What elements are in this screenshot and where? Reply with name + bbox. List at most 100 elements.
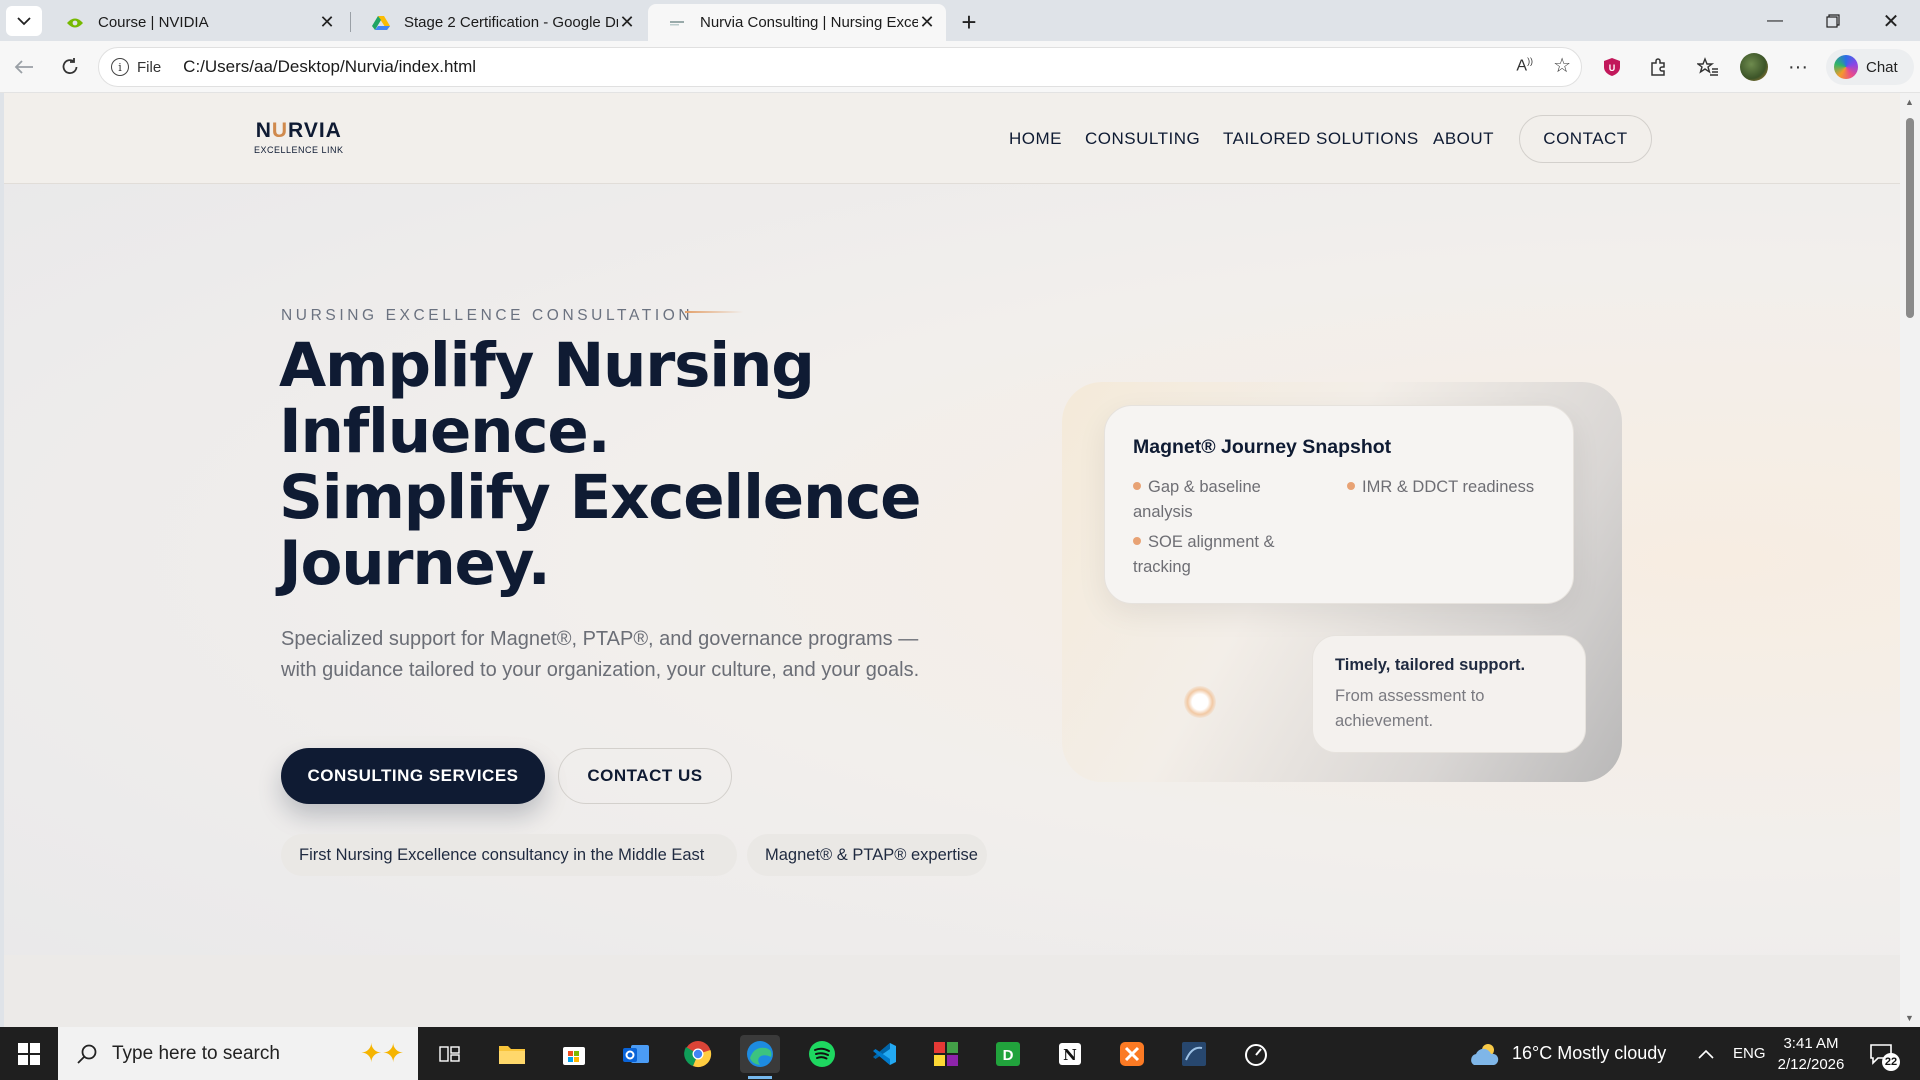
xampp-icon[interactable] — [1112, 1035, 1152, 1073]
reload-button[interactable] — [54, 51, 86, 83]
chrome-icon[interactable] — [678, 1035, 718, 1073]
search-placeholder: Type here to search — [112, 1042, 280, 1064]
tab-list-button[interactable] — [6, 6, 42, 36]
copilot-chat-button[interactable]: Chat — [1826, 49, 1914, 85]
search-icon — [77, 1044, 97, 1064]
journey-snapshot-card: Magnet® Journey Snapshot Gap & baseline … — [1104, 405, 1574, 604]
hero-eyebrow: NURSING EXCELLENCE CONSULTATION — [281, 307, 694, 324]
brand-logo[interactable]: NURVIA EXCELLENCE LINK — [254, 119, 344, 155]
bullet-dot — [1133, 536, 1141, 545]
tab-nurvia[interactable]: Nurvia Consulting | Nursing Excellence ✕ — [648, 4, 946, 41]
notion-icon[interactable]: N — [1050, 1035, 1090, 1073]
weather-text: 16°C Mostly cloudy — [1512, 1043, 1667, 1063]
scroll-down-arrow-icon[interactable]: ▼ — [1905, 1013, 1914, 1023]
site-header: NURVIA EXCELLENCE LINK HOME CONSULTING T… — [4, 93, 1900, 184]
close-icon[interactable]: ✕ — [918, 12, 936, 32]
hero-headline: Amplify Nursing Influence. Simplify Exce… — [279, 330, 922, 599]
support-card: Timely, tailored support. From assessmen… — [1312, 635, 1586, 753]
site-info-button[interactable]: i File — [111, 58, 161, 76]
restore-icon — [1826, 14, 1840, 28]
file-explorer-icon[interactable] — [492, 1035, 532, 1073]
svg-text:U: U — [1609, 63, 1616, 73]
notification-center-icon[interactable]: 22 — [1866, 1039, 1900, 1071]
contact-us-button[interactable]: CONTACT US — [558, 748, 732, 804]
highlight-pill: Magnet® & PTAP® expertise — [747, 834, 987, 876]
glow-orb — [1184, 686, 1216, 718]
read-aloud-icon[interactable]: A)) — [1516, 56, 1533, 76]
tab-title: Course | NVIDIA — [98, 14, 209, 31]
chevron-up-icon[interactable] — [1698, 1027, 1714, 1080]
arrow-left-icon — [14, 60, 33, 74]
copilot-icon — [1834, 55, 1858, 79]
support-title: Timely, tailored support. — [1335, 656, 1526, 674]
nav-contact-button[interactable]: CONTACT — [1519, 115, 1652, 163]
windows-taskbar: Type here to search ✦✦ D N 16°C Mostly c… — [0, 1027, 1920, 1080]
mysql-workbench-icon[interactable] — [1174, 1035, 1214, 1073]
nvidia-icon — [66, 14, 84, 32]
close-window-button[interactable]: ✕ — [1868, 6, 1914, 36]
extensions-puzzle-icon[interactable] — [1644, 53, 1672, 81]
reload-icon — [62, 58, 78, 75]
new-tab-button[interactable]: + — [955, 7, 983, 37]
nav-consulting[interactable]: CONSULTING — [1085, 129, 1200, 149]
clock-date: 2/12/2026 — [1777, 1056, 1845, 1073]
url-text[interactable]: C:/Users/aa/Desktop/Nurvia/index.html — [183, 57, 476, 77]
task-view-icon[interactable] — [430, 1035, 470, 1073]
scrollbar-thumb[interactable] — [1906, 118, 1914, 318]
edge-icon[interactable] — [740, 1035, 780, 1079]
snapshot-item: SOE alignment & tracking — [1133, 533, 1275, 576]
bullet-dot — [1347, 481, 1355, 490]
eyebrow-accent-line — [685, 311, 743, 313]
scheme-label: File — [137, 58, 162, 76]
system-clock[interactable]: 3:41 AM 2/12/2026 — [1765, 1033, 1857, 1075]
favorite-star-icon[interactable]: ☆ — [1553, 56, 1571, 76]
chat-label: Chat — [1866, 58, 1898, 76]
colorful-tiles-app-icon[interactable] — [926, 1035, 966, 1073]
svg-text:D: D — [1003, 1047, 1014, 1064]
speedometer-app-icon[interactable] — [1236, 1035, 1276, 1073]
minimize-button[interactable]: — — [1752, 6, 1798, 36]
taskbar-search-box[interactable]: Type here to search ✦✦ — [58, 1027, 418, 1080]
close-icon[interactable]: ✕ — [318, 12, 336, 32]
nav-home[interactable]: HOME — [1009, 129, 1062, 149]
favorites-list-icon[interactable] — [1694, 53, 1722, 81]
profile-avatar[interactable] — [1740, 53, 1768, 81]
page-icon — [668, 14, 686, 32]
tab-google-drive[interactable]: Stage 2 Certification - Google Drive ✕ — [352, 4, 646, 41]
microsoft-store-icon[interactable] — [554, 1035, 594, 1073]
vscode-icon[interactable] — [864, 1035, 904, 1073]
consulting-services-button[interactable]: CONSULTING SERVICES — [281, 748, 545, 804]
back-button[interactable] — [8, 51, 40, 83]
tab-title: Stage 2 Certification - Google Drive — [404, 14, 618, 31]
active-indicator — [748, 1076, 772, 1079]
snapshot-item: IMR & DDCT readiness — [1347, 475, 1547, 500]
clock-time: 3:41 AM — [1783, 1035, 1839, 1052]
page-viewport: NURVIA EXCELLENCE LINK HOME CONSULTING T… — [4, 93, 1900, 1027]
tab-title: Nurvia Consulting | Nursing Excellence — [700, 14, 918, 31]
ublock-shield-icon[interactable]: U — [1598, 53, 1626, 81]
snapshot-title: Magnet® Journey Snapshot — [1133, 436, 1392, 458]
nav-tailored-solutions[interactable]: TAILORED SOLUTIONS — [1223, 129, 1419, 149]
page-scrollbar[interactable]: ▲ ▼ — [1900, 93, 1920, 1027]
next-section-band — [4, 955, 1900, 1027]
tab-nvidia[interactable]: Course | NVIDIA ✕ — [46, 4, 346, 41]
weather-widget[interactable]: 16°C Mostly cloudy — [1468, 1027, 1666, 1080]
browser-toolbar: i File C:/Users/aa/Desktop/Nurvia/index.… — [0, 41, 1920, 93]
d-app-icon[interactable]: D — [988, 1035, 1028, 1073]
hero-description: Specialized support for Magnet®, PTAP®, … — [281, 628, 920, 681]
spotify-icon[interactable] — [802, 1035, 842, 1073]
start-button[interactable] — [0, 1027, 58, 1080]
language-indicator[interactable]: ENG — [1733, 1027, 1766, 1080]
windows-logo-icon — [18, 1042, 40, 1065]
brand-tagline: EXCELLENCE LINK — [254, 145, 344, 155]
more-menu-icon[interactable]: ··· — [1784, 53, 1812, 81]
browser-tab-strip: Course | NVIDIA ✕ Stage 2 Certification … — [0, 0, 1920, 41]
outlook-icon[interactable] — [616, 1035, 656, 1073]
nav-about[interactable]: ABOUT — [1433, 129, 1494, 149]
snapshot-item: Gap & baseline analysis — [1133, 478, 1261, 521]
address-bar[interactable]: i File C:/Users/aa/Desktop/Nurvia/index.… — [98, 47, 1582, 87]
cloudy-weather-icon — [1471, 1043, 1499, 1065]
restore-button[interactable] — [1810, 6, 1856, 36]
close-icon[interactable]: ✕ — [618, 12, 636, 32]
scroll-up-arrow-icon[interactable]: ▲ — [1905, 97, 1914, 107]
